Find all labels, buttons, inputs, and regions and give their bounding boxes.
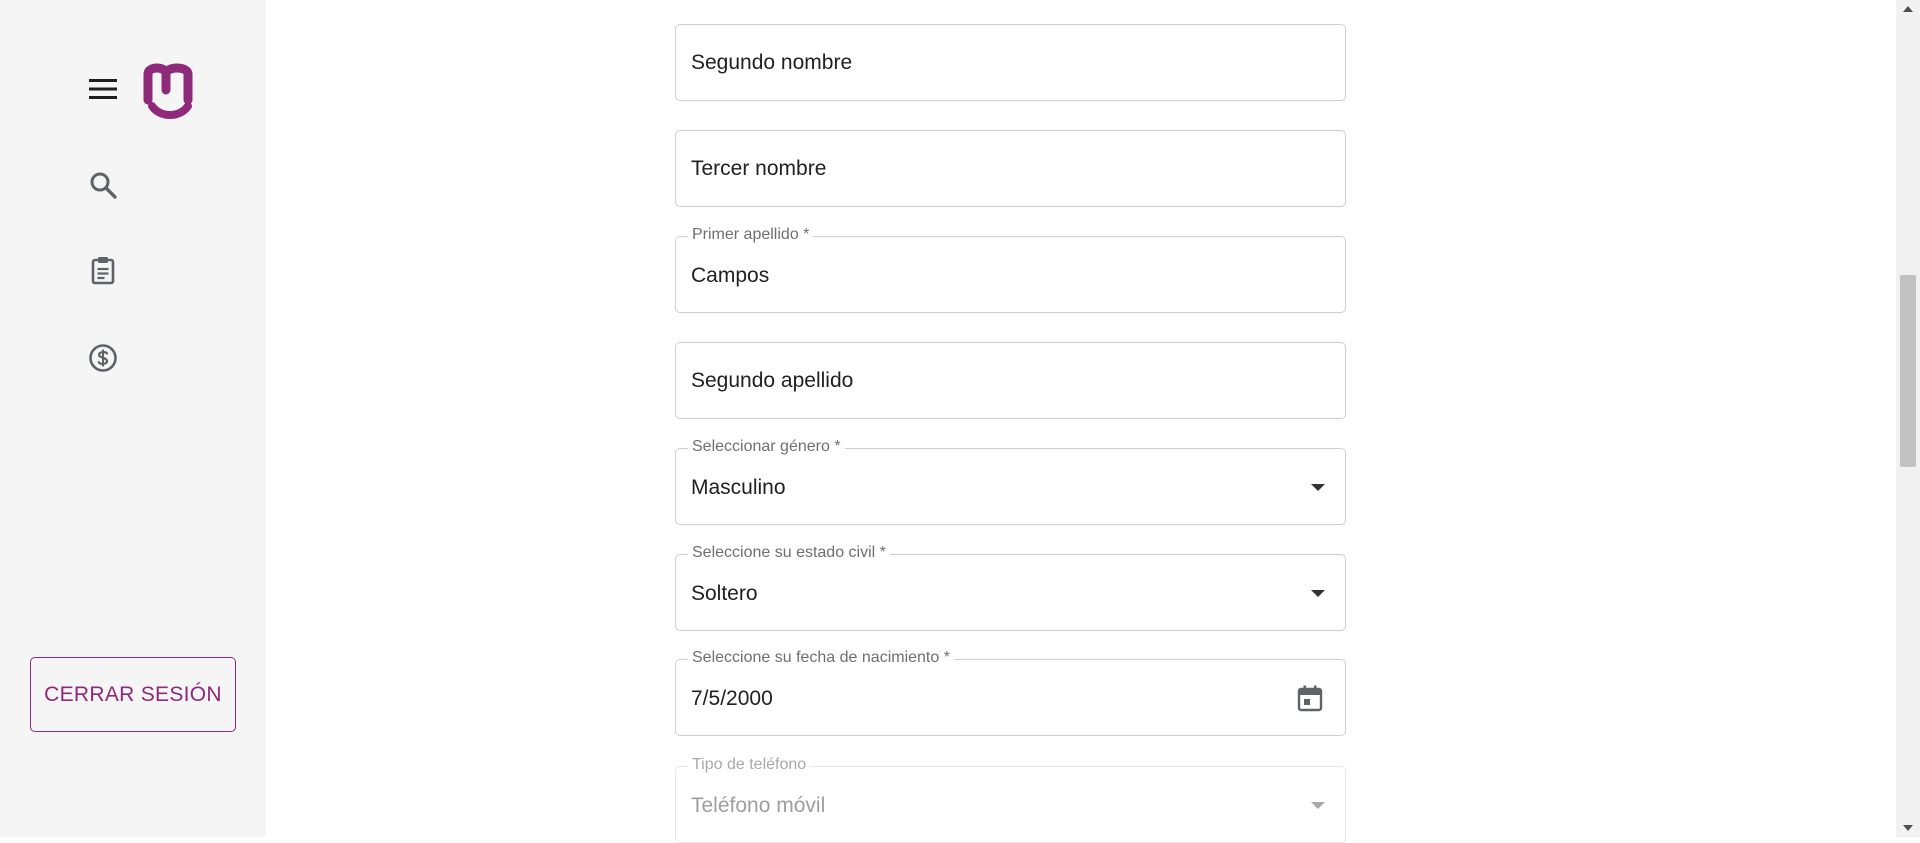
tipo-telefono-label: Tipo de teléfono xyxy=(688,756,811,774)
fecha-nacimiento-field[interactable]: Seleccione su fecha de nacimiento * 7/5/… xyxy=(675,649,1346,736)
search-icon[interactable] xyxy=(88,170,118,200)
genero-select[interactable]: Seleccionar género * Masculino xyxy=(675,438,1346,525)
segundo-nombre-field[interactable]: Segundo nombre xyxy=(675,24,1346,101)
fecha-nacimiento-label: Seleccione su fecha de nacimiento * xyxy=(688,649,954,667)
brand-logo[interactable] xyxy=(142,60,198,120)
scrollbar-thumb[interactable] xyxy=(1900,275,1916,467)
segundo-nombre-placeholder: Segundo nombre xyxy=(691,50,853,74)
chevron-down-icon xyxy=(1311,801,1325,809)
primer-apellido-field[interactable]: Primer apellido * Campos xyxy=(675,226,1346,313)
primer-apellido-value: Campos xyxy=(691,264,770,287)
genero-label: Seleccionar género * xyxy=(688,438,845,456)
logout-button[interactable]: CERRAR SESIÓN xyxy=(30,657,236,732)
genero-value: Masculino xyxy=(691,476,786,499)
tipo-telefono-value: Teléfono móvil xyxy=(691,794,826,817)
calendar-icon[interactable] xyxy=(1295,683,1325,713)
sidebar: CERRAR SESIÓN xyxy=(0,0,266,837)
chevron-down-icon xyxy=(1311,589,1325,597)
tipo-telefono-select[interactable]: Tipo de teléfono Teléfono móvil xyxy=(675,756,1346,843)
scroll-down-arrow-icon[interactable] xyxy=(1903,825,1913,831)
estado-civil-value: Soltero xyxy=(691,582,758,605)
segundo-apellido-field[interactable]: Segundo apellido xyxy=(675,342,1346,419)
vertical-scrollbar[interactable] xyxy=(1896,0,1920,837)
dollar-circle-icon[interactable] xyxy=(88,343,118,373)
menu-icon[interactable] xyxy=(88,76,118,102)
estado-civil-label: Seleccione su estado civil * xyxy=(688,544,890,562)
estado-civil-select[interactable]: Seleccione su estado civil * Soltero xyxy=(675,544,1346,631)
segundo-apellido-placeholder: Segundo apellido xyxy=(691,368,854,392)
primer-apellido-label: Primer apellido * xyxy=(688,226,814,244)
tercer-nombre-placeholder: Tercer nombre xyxy=(691,156,827,180)
fecha-nacimiento-value: 7/5/2000 xyxy=(691,687,773,710)
scroll-up-arrow-icon[interactable] xyxy=(1903,6,1913,12)
clipboard-icon[interactable] xyxy=(88,255,118,285)
tercer-nombre-field[interactable]: Tercer nombre xyxy=(675,130,1346,207)
chevron-down-icon xyxy=(1311,483,1325,491)
